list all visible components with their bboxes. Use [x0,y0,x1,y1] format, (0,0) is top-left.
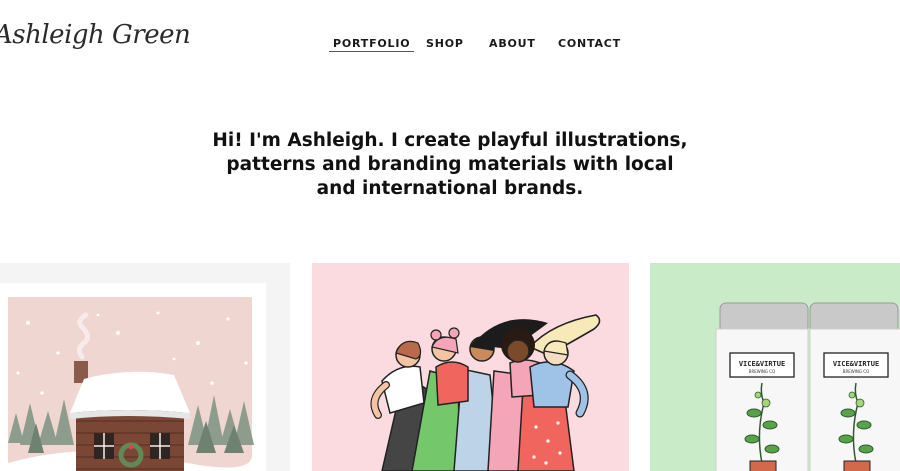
main-nav: PORTFOLIO SHOP ABOUT CONTACT [0,37,900,57]
portfolio-card-cabin[interactable] [0,263,290,471]
nav-contact[interactable]: CONTACT [558,37,621,50]
women-illustration [370,314,601,471]
hero-line-1: Hi! I'm Ashleigh. I create playful illus… [212,130,688,151]
nav-about[interactable]: ABOUT [489,37,536,50]
cans-illustration: VICE&VIRTUE BREWING CO VICE&VIRTUE BREWI… [715,302,900,471]
portfolio-card-cans[interactable]: VICE&VIRTUE BREWING CO VICE&VIRTUE BREWI… [650,263,900,471]
can-label-right: VICE&VIRTUE [833,360,879,368]
nav-shop[interactable]: SHOP [426,37,464,50]
can-sublabel-left: BREWING CO [749,369,776,374]
can-sublabel-right: BREWING CO [843,369,870,374]
hero-line-3: and international brands. [316,178,584,199]
can-label-left: VICE&VIRTUE [739,360,785,368]
portfolio-card-women[interactable] [312,263,629,471]
cabin-illustration [0,283,266,471]
hero-line-2: patterns and branding materials with loc… [226,154,674,175]
nav-portfolio[interactable]: PORTFOLIO [328,37,415,52]
hero-intro: Hi! I'm Ashleigh. I create playful illus… [0,129,900,201]
